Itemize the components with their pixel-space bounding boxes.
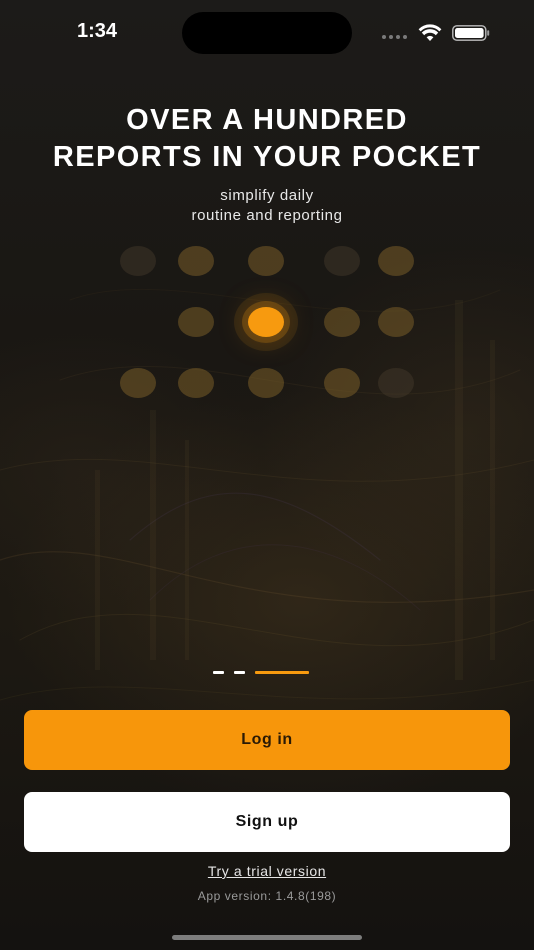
- status-time: 1:34: [76, 20, 118, 42]
- headline-line-1: OVER A HUNDRED: [126, 104, 408, 136]
- page-indicator-segment-3-current[interactable]: [255, 671, 309, 674]
- login-button[interactable]: Log in: [24, 710, 510, 770]
- page-indicator-segment-1[interactable]: [213, 671, 224, 674]
- onboarding-headline: OVER A HUNDRED REPORTS IN YOUR POCKET: [0, 102, 534, 176]
- subtitle-line-2: routine and reporting: [191, 207, 343, 224]
- cellular-signal-icon: [382, 35, 407, 39]
- onboarding-subtitle: simplify daily routine and reporting: [0, 186, 534, 226]
- trial-version-link[interactable]: Try a trial version: [0, 863, 534, 879]
- page-indicator[interactable]: [213, 671, 309, 674]
- home-indicator[interactable]: [172, 935, 362, 940]
- onboarding-screen: 1:34 OVER A HUNDRED REPORTS IN YOUR POCK…: [0, 0, 534, 950]
- app-version-text: App version: 1.4.8(198): [197, 889, 337, 903]
- wifi-icon: [418, 24, 442, 41]
- status-bar: 1:34: [0, 0, 534, 64]
- dynamic-island: [182, 12, 352, 54]
- signup-button[interactable]: Sign up: [24, 792, 510, 852]
- page-indicator-segment-2[interactable]: [234, 671, 245, 674]
- battery-icon: [452, 25, 490, 41]
- subtitle-line-1: simplify daily: [220, 187, 314, 204]
- headline-line-2: REPORTS IN YOUR POCKET: [52, 141, 482, 173]
